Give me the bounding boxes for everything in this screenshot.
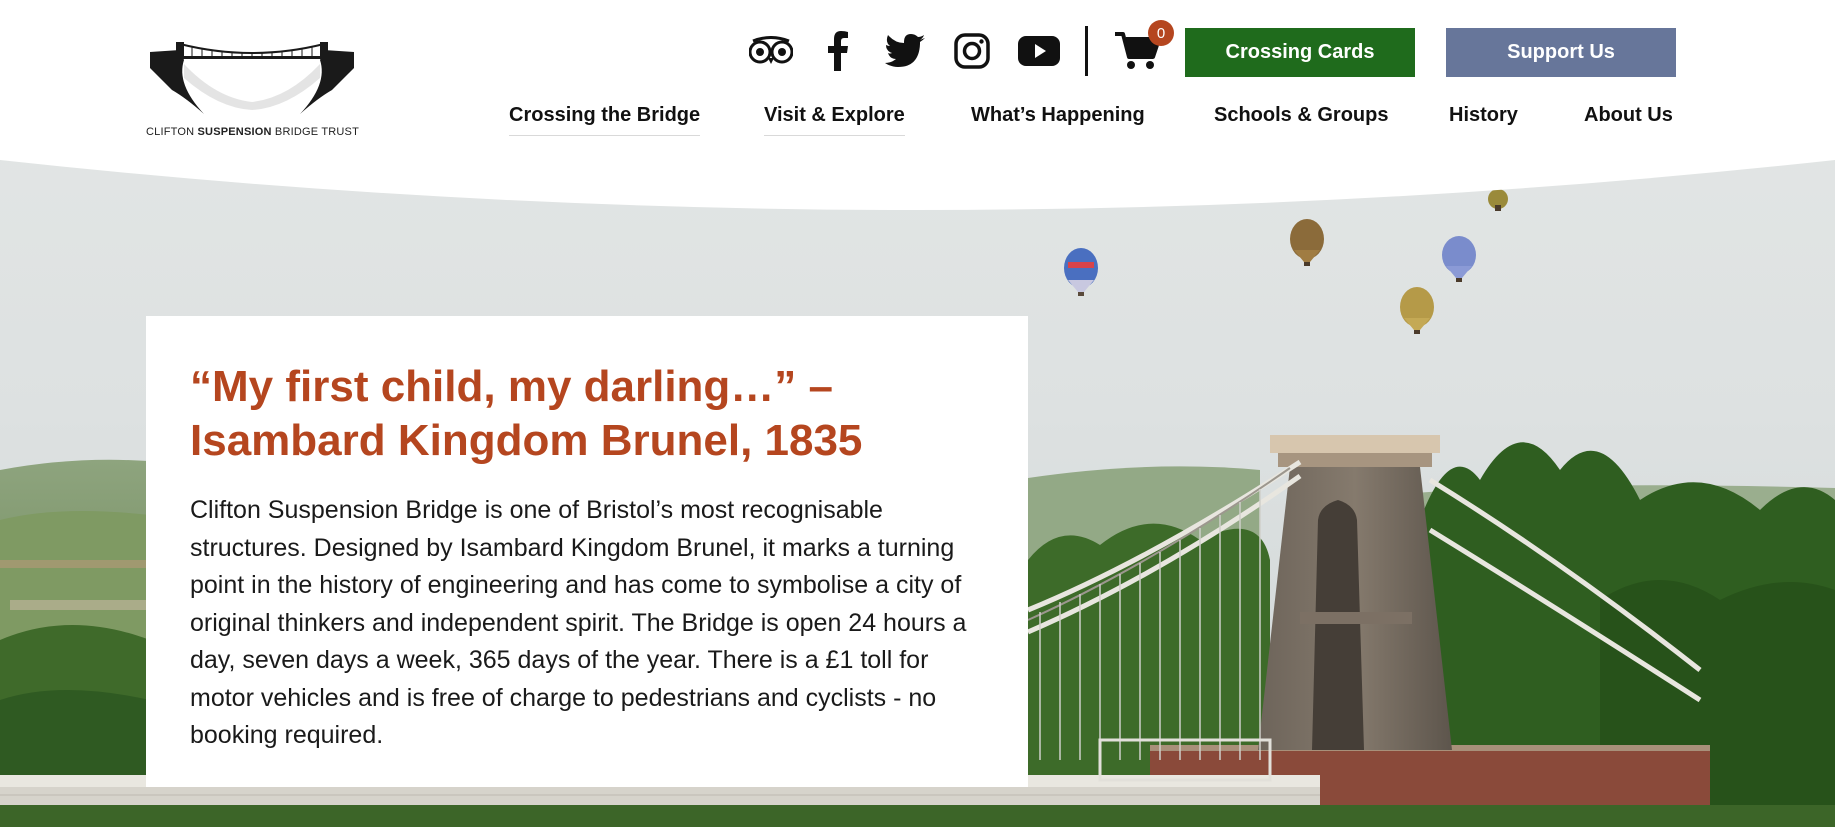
cart-count-badge: 0 [1148, 20, 1174, 46]
nav-item-about-us[interactable]: About Us [1584, 104, 1673, 135]
facebook-icon[interactable] [815, 28, 861, 74]
youtube-icon[interactable] [1016, 28, 1062, 74]
nav-item-history[interactable]: History [1449, 104, 1518, 135]
site-header: CLIFTON SUSPENSION BRIDGE TRUST 0 Crossi… [0, 0, 1835, 160]
hero-body-text: Clifton Suspension Bridge is one of Bris… [190, 496, 967, 749]
hero-heading: “My first child, my darling…” – Isambard… [190, 362, 863, 465]
cart-button[interactable]: 0 [1114, 20, 1174, 74]
nav-item-schools-groups[interactable]: Schools & Groups [1214, 104, 1388, 135]
intro-card: “My first child, my darling…” – Isambard… [146, 316, 1028, 787]
instagram-icon[interactable] [949, 28, 995, 74]
support-us-button[interactable]: Support Us [1446, 28, 1676, 77]
twitter-icon[interactable] [882, 28, 928, 74]
nav-item-visit-explore[interactable]: Visit & Explore [764, 104, 905, 136]
tripadvisor-icon[interactable] [748, 28, 794, 74]
nav-item-whats-happening[interactable]: What’s Happening [971, 104, 1145, 135]
crossing-cards-button[interactable]: Crossing Cards [1185, 28, 1415, 77]
social-links: 0 [748, 20, 1174, 76]
header-divider [1085, 26, 1088, 76]
nav-item-crossing-the-bridge[interactable]: Crossing the Bridge [509, 104, 701, 136]
main-nav: Crossing the Bridge Visit & Explore What… [0, 104, 1835, 140]
